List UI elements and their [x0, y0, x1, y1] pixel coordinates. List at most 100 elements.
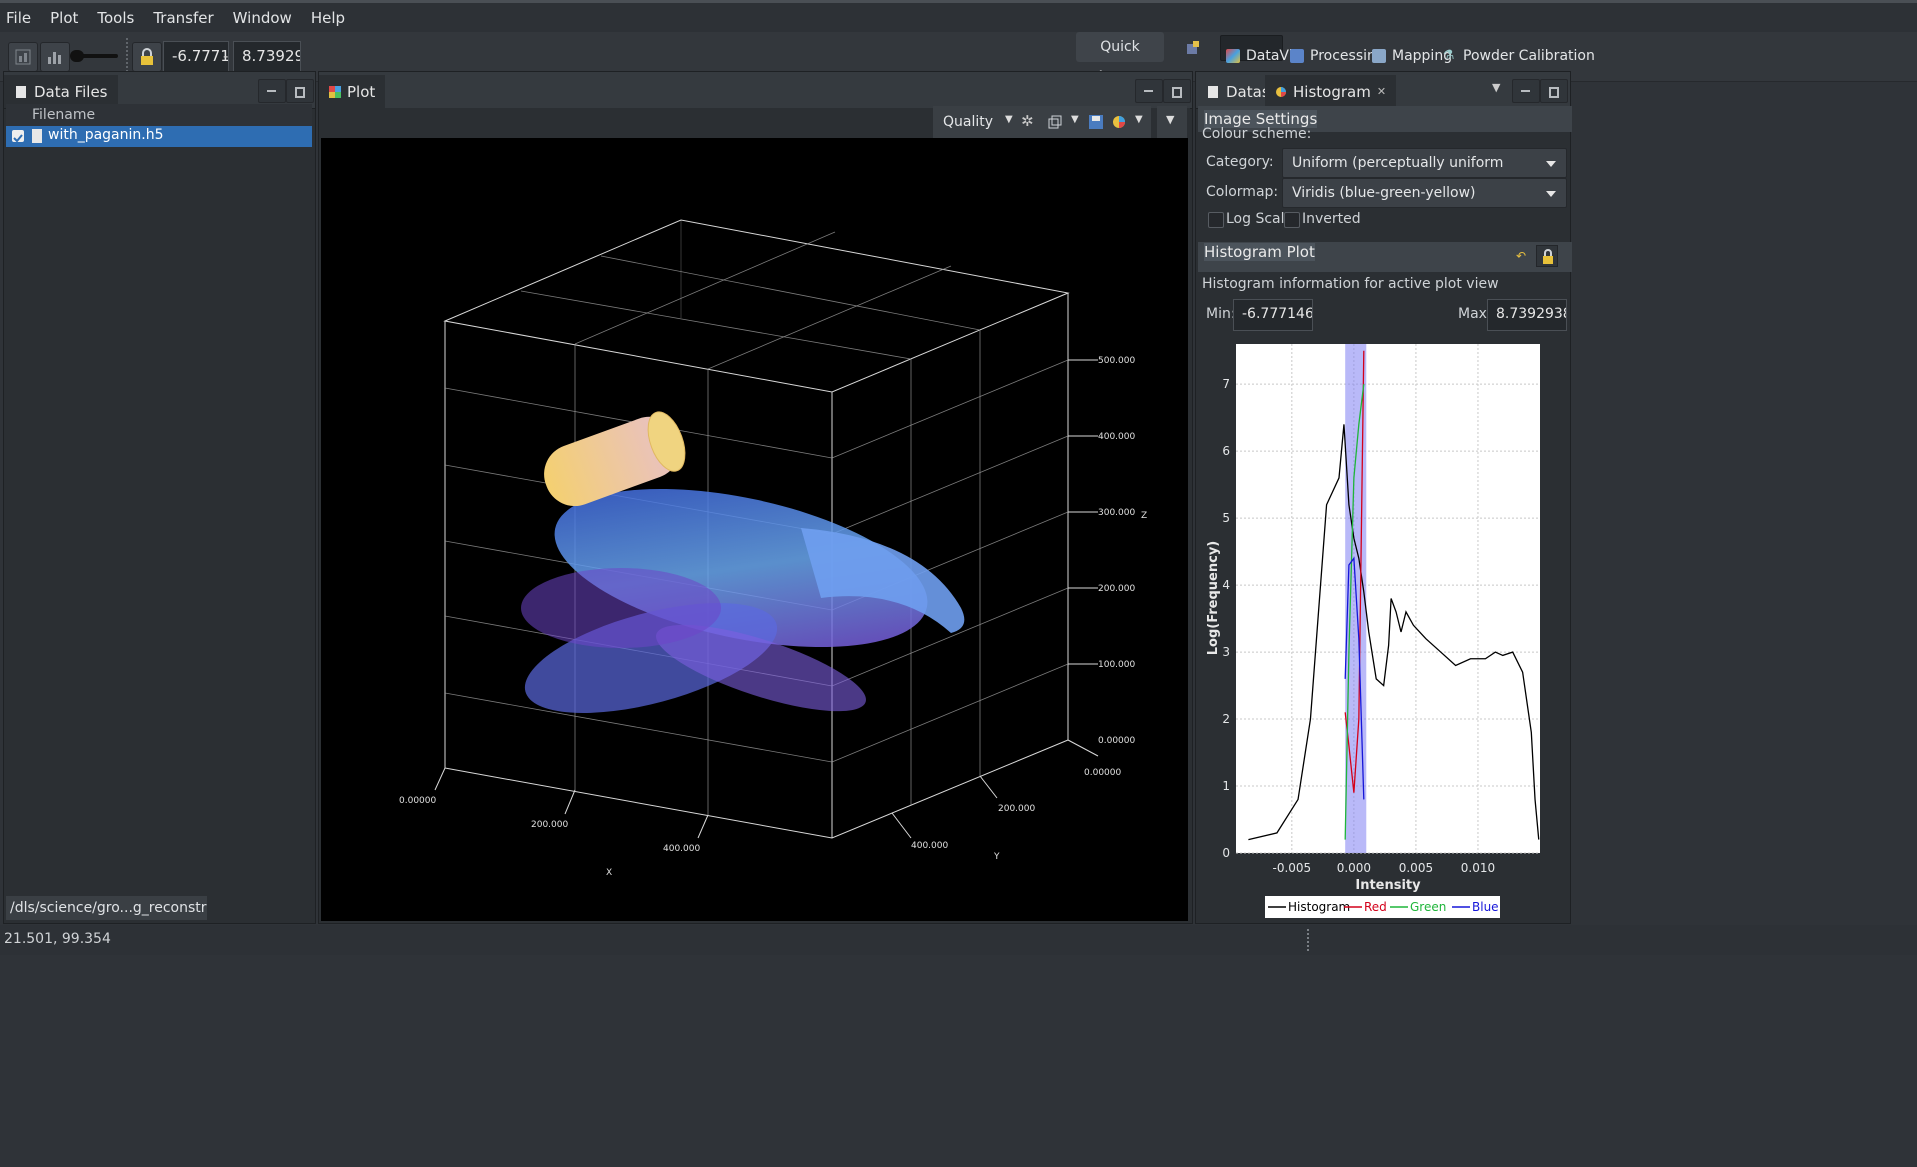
histogram-plot-button[interactable] [40, 42, 70, 72]
histogram-plot-title: Histogram Plot [1204, 243, 1315, 261]
tools-wand-icon[interactable]: ✲ [1021, 112, 1034, 130]
tab-histogram-label: Histogram [1293, 82, 1371, 101]
range-slider[interactable] [70, 50, 118, 62]
colour-wheel-icon[interactable] [1111, 114, 1127, 130]
x-tick-label: 0.000 [1337, 861, 1371, 875]
quick-access-button[interactable]: Quick Access [1076, 32, 1164, 85]
colormap-select[interactable]: Viridis (blue-green-yellow) [1282, 178, 1567, 208]
right-tabbar: Datasets Histogram ✕ ▼ [1196, 72, 1570, 109]
tab-plot[interactable]: Plot [319, 75, 386, 108]
path-field[interactable]: /dls/science/gro...g_reconstruction [6, 896, 207, 920]
close-tab-icon[interactable]: ✕ [1377, 85, 1386, 98]
quality-dropdown-icon[interactable]: ▼ [1005, 114, 1013, 125]
category-label: Category: [1206, 154, 1274, 170]
y-tick-label: 4 [1222, 578, 1230, 592]
file-row[interactable]: with_paganin.h5 [6, 126, 312, 147]
h5-file-icon [32, 129, 42, 143]
minimize-button[interactable] [1135, 79, 1163, 103]
desktop-background [0, 955, 1917, 1167]
perspective-powder-calibration[interactable]: ⚗ Powder Calibration [1443, 41, 1595, 71]
reset-arrow-icon[interactable]: ↶ [1516, 246, 1526, 266]
maximize-icon [295, 87, 305, 98]
flask-icon: ⚗ [1443, 48, 1455, 63]
colour-scheme-label: Colour scheme: [1202, 126, 1312, 142]
category-select[interactable]: Uniform (perceptually uniform sequential… [1282, 148, 1567, 199]
datasets-icon [1208, 85, 1218, 98]
maximize-button[interactable] [1163, 79, 1191, 103]
min-field[interactable]: -6.7771467 [1233, 299, 1313, 331]
data-files-panel: Data Files Filename with_paganin.h5 /dls… [3, 71, 316, 924]
minimize-button[interactable] [1512, 79, 1540, 103]
view-menu-chevron-icon[interactable]: ▼ [1492, 81, 1500, 94]
range-min-field[interactable]: -6.77714 [163, 41, 229, 73]
log-scale-checkbox[interactable] [1208, 212, 1224, 228]
maximize-icon [1549, 87, 1559, 98]
maximize-button[interactable] [286, 79, 314, 103]
maximize-button[interactable] [1540, 79, 1568, 103]
lock-range-button[interactable] [132, 42, 162, 72]
menu-bar: File Plot Tools Transfer Window Help [0, 0, 1917, 32]
minimize-icon [1144, 90, 1153, 92]
x-tick-label: 0.005 [1399, 861, 1433, 875]
copy-view-icon[interactable] [1047, 114, 1063, 130]
perspective-mapping[interactable]: Mapping [1372, 41, 1452, 71]
chevron-down-icon [1546, 161, 1556, 167]
y-tick-label: 400.000 [911, 841, 948, 851]
z-tick-label: 500.000 [1098, 356, 1135, 366]
plot-area [1236, 344, 1540, 853]
histogram-tab-icon [1276, 86, 1286, 97]
minimize-button[interactable] [258, 79, 286, 103]
x-tick-label: -0.005 [1272, 861, 1311, 875]
x-tick-labels: 0.00000 200.000 400.000 X [399, 796, 700, 878]
slider-handle[interactable] [70, 50, 84, 62]
max-field[interactable]: 8.7392938: [1487, 299, 1567, 331]
file-icon [16, 85, 26, 98]
file-checkbox[interactable] [12, 130, 24, 143]
copy-dropdown-icon[interactable]: ▼ [1071, 114, 1079, 125]
minimize-icon [1521, 90, 1530, 92]
inverted-checkbox[interactable] [1284, 212, 1300, 228]
legend-label: Histogram [1288, 900, 1350, 914]
y-tick-label: 200.000 [998, 804, 1035, 814]
menu-file[interactable]: File [6, 9, 31, 27]
range-max-field[interactable]: 8.739293 [233, 41, 301, 73]
open-perspective-icon[interactable] [1185, 40, 1201, 56]
lock-icon [141, 48, 153, 65]
x-tick-label: 200.000 [531, 820, 568, 830]
image-plot-icon [15, 49, 31, 65]
file-name: with_paganin.h5 [48, 127, 164, 143]
chevron-down-icon [1546, 191, 1556, 197]
menu-help[interactable]: Help [311, 9, 345, 27]
image-plot-button[interactable] [8, 42, 38, 72]
min-label: Min: [1206, 306, 1236, 322]
x-axis-label: Intensity [1355, 878, 1421, 893]
quality-label[interactable]: Quality [943, 114, 993, 130]
specimen-volume [521, 411, 965, 713]
histogram-info-text: Histogram information for active plot vi… [1202, 276, 1499, 292]
processing-icon [1290, 49, 1304, 63]
y-tick-label: 1 [1222, 779, 1230, 793]
volume-render-svg: 500.000 400.000 300.000 200.000 100.000 … [399, 219, 1147, 878]
menu-plot[interactable]: Plot [50, 9, 78, 27]
z-tick-label: 100.000 [1098, 660, 1135, 670]
plot-tab-icon [329, 85, 341, 98]
histogram-svg: 01234567-0.005 0.000 0.005 0.010 Intensity … [1206, 344, 1540, 918]
perspective-processing[interactable]: Processing [1290, 41, 1385, 71]
menu-tools[interactable]: Tools [97, 9, 134, 27]
colour-dropdown-icon[interactable]: ▼ [1135, 114, 1143, 125]
cursor-coordinates: 21.501, 99.354 [4, 931, 111, 947]
filename-column-header[interactable]: Filename [6, 104, 312, 126]
z-tick-label: 200.000 [1098, 584, 1135, 594]
perspective-datavis-label[interactable]: DataVis [1226, 41, 1300, 71]
plot-view-menu-button[interactable]: ▼ [1157, 106, 1187, 139]
menu-window[interactable]: Window [233, 9, 292, 27]
volume-render-canvas[interactable]: 500.000 400.000 300.000 200.000 100.000 … [321, 138, 1188, 921]
y-tick-label: 0.00000 [1084, 768, 1121, 778]
histogram-chart[interactable]: 0 1 2 3 4 5 6 7 -0.005 0.000 0.005 0.010 Intensity … [1198, 336, 1566, 922]
save-icon[interactable] [1088, 114, 1104, 130]
tab-plot-label: Plot [347, 82, 376, 101]
menu-transfer[interactable]: Transfer [153, 9, 213, 27]
datavis-icon [1226, 49, 1240, 63]
tab-histogram[interactable]: Histogram ✕ [1265, 75, 1397, 108]
lock-histogram-button[interactable] [1536, 245, 1558, 267]
